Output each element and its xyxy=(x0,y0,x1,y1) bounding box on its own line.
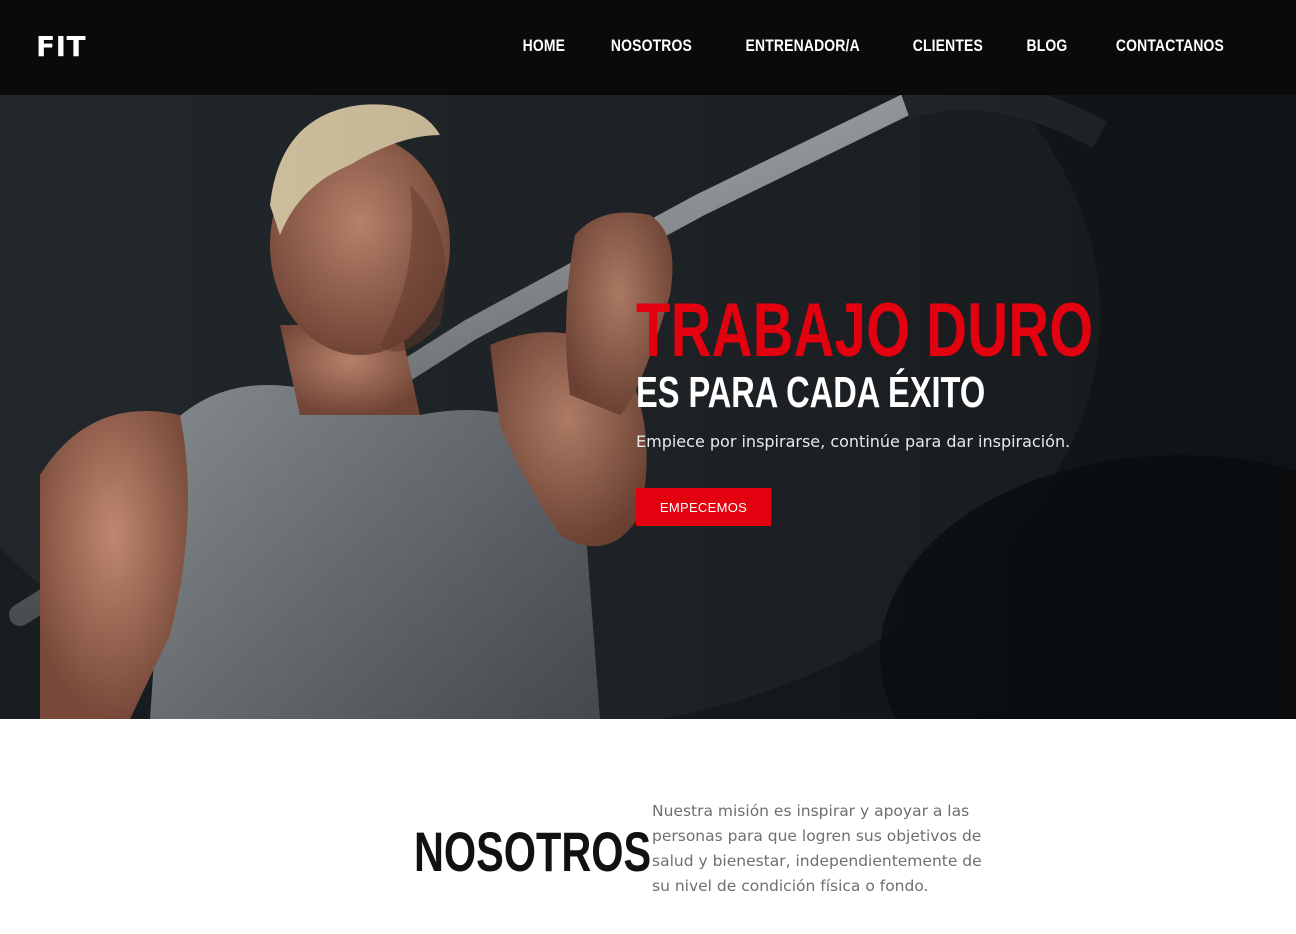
start-button[interactable]: EMPECEMOS xyxy=(636,488,771,526)
nav-link-entrenador[interactable]: ENTRENADOR/A xyxy=(746,36,860,56)
hero-tagline: Empiece por inspirarse, continúe para da… xyxy=(636,432,1071,451)
hero-title: TRABAJO DURO xyxy=(636,288,1094,373)
nav-menu: HOME NOSOTROS ENTRENADOR/A CLIENTES BLOG… xyxy=(486,36,1236,56)
about-description: Nuestra misión es inspirar y apoyar a la… xyxy=(652,802,982,895)
hero-subtitle: ES PARA CADA ÉXITO xyxy=(636,368,986,417)
nav-link-home[interactable]: HOME xyxy=(523,36,565,56)
nav-link-clientes[interactable]: CLIENTES xyxy=(912,36,982,56)
nav-link-blog[interactable]: BLOG xyxy=(1027,36,1068,56)
nav-link-nosotros[interactable]: NOSOTROS xyxy=(611,36,692,56)
nav-link-contactanos[interactable]: CONTACTANOS xyxy=(1116,36,1224,56)
hero-section: TRABAJO DURO ES PARA CADA ÉXITO Empiece … xyxy=(0,95,1296,719)
about-title: NOSOTROS xyxy=(414,820,652,883)
navbar: FIT HOME NOSOTROS ENTRENADOR/A CLIENTES … xyxy=(0,0,1296,95)
brand-logo[interactable]: FIT xyxy=(36,30,86,63)
